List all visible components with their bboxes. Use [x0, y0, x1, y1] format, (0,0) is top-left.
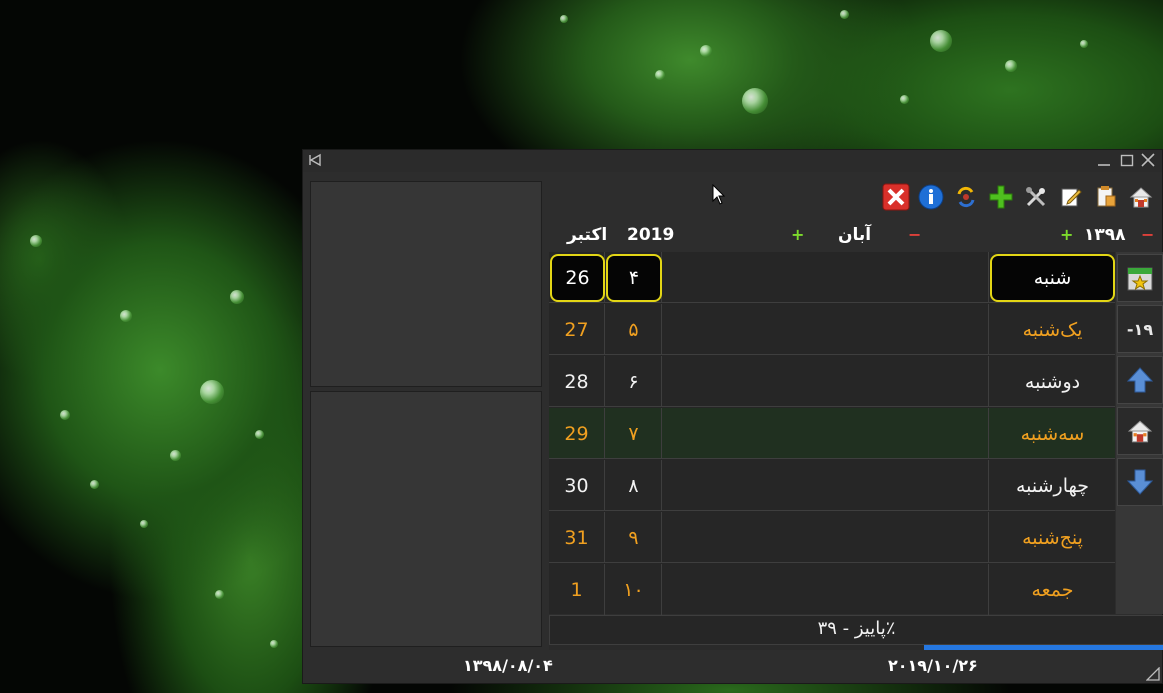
clipboard-edit-icon[interactable] — [1090, 181, 1121, 212]
day-name: چهارشنبه — [1015, 474, 1090, 497]
greg-day: 1 — [549, 564, 605, 615]
minimize-icon[interactable] — [1096, 152, 1112, 168]
toolbar — [880, 181, 1156, 212]
day-name: جمعه — [1031, 578, 1074, 601]
home-icon[interactable] — [1125, 181, 1156, 212]
greg-day: 28 — [549, 356, 605, 407]
day-note[interactable] — [663, 252, 989, 303]
events-panel[interactable] — [310, 391, 542, 647]
shamsi-day: ۹ — [606, 512, 662, 563]
season-progress-fill — [924, 645, 1163, 650]
today-day-name: شنبه — [990, 254, 1115, 302]
today-button[interactable] — [1117, 254, 1163, 302]
week-table: 26 ۴ شنبه 27 ۵ یک‌شنبه 28 ۶ دوشنبه 29 ۷ … — [549, 252, 1115, 615]
shamsi-year: ۱۳۹۸ — [1084, 225, 1126, 245]
notes-panel[interactable] — [310, 181, 542, 387]
shamsi-day: ۶ — [606, 356, 662, 407]
close-icon[interactable] — [1140, 152, 1156, 168]
day-name: دوشنبه — [1024, 370, 1081, 393]
today-greg-day: 26 — [550, 254, 605, 302]
shamsi-day: ۷ — [606, 408, 662, 459]
greg-month: اکتبر — [567, 225, 608, 245]
shamsi-day: ۱۰ — [606, 564, 662, 615]
status-shamsi-date: ۱۳۹۸/۰۸/۰۴ — [463, 656, 553, 675]
season-progress — [549, 645, 1163, 650]
swap-icon[interactable] — [950, 181, 981, 212]
calendar-star-icon — [1127, 267, 1153, 291]
greg-day: 29 — [549, 408, 605, 459]
resize-grip-icon[interactable] — [1146, 667, 1160, 681]
status-gregorian-date: ۲۰۱۹/۱۰/۲۶ — [888, 656, 978, 675]
day-row[interactable]: 27 ۵ یک‌شنبه — [549, 304, 1115, 355]
today-shamsi-day: ۴ — [606, 254, 662, 302]
day-name: سه‌شنبه — [1020, 422, 1085, 445]
week-offset-button[interactable]: -۱۹ — [1117, 305, 1163, 353]
mouse-cursor-icon — [712, 184, 726, 205]
title-bar — [303, 150, 1162, 172]
home-icon — [1127, 420, 1153, 443]
go-home-button[interactable] — [1117, 407, 1163, 455]
day-row[interactable]: 28 ۶ دوشنبه — [549, 356, 1115, 407]
next-month-button[interactable]: + — [791, 223, 804, 247]
greg-year: 2019 — [627, 225, 675, 245]
next-week-button[interactable] — [1117, 458, 1163, 506]
next-year-button[interactable]: + — [1060, 223, 1073, 247]
day-row-selected[interactable]: 29 ۷ سه‌شنبه — [549, 408, 1115, 459]
day-note[interactable] — [663, 564, 989, 615]
prev-month-button[interactable]: − — [908, 223, 921, 247]
season-label: پاییز - ۳۹٪ — [549, 615, 1163, 645]
greg-day: 27 — [549, 304, 605, 355]
shamsi-day: ۸ — [606, 460, 662, 511]
day-name: پنج‌شنبه — [1022, 526, 1083, 549]
day-row[interactable]: 30 ۸ چهارشنبه — [549, 460, 1115, 511]
day-note[interactable] — [663, 512, 989, 563]
notes-icon[interactable] — [1055, 181, 1086, 212]
prev-year-button[interactable]: − — [1141, 223, 1154, 247]
greg-day: 30 — [549, 460, 605, 511]
add-icon[interactable] — [985, 181, 1016, 212]
day-note[interactable] — [663, 304, 989, 355]
day-note[interactable] — [663, 460, 989, 511]
side-nav: -۱۹ — [1116, 252, 1163, 614]
day-row[interactable]: 31 ۹ پنج‌شنبه — [549, 512, 1115, 563]
day-note[interactable] — [663, 408, 989, 459]
greg-day: 31 — [549, 512, 605, 563]
collapse-panel-icon[interactable] — [308, 153, 322, 167]
shamsi-day: ۵ — [606, 304, 662, 355]
info-icon[interactable] — [915, 181, 946, 212]
arrow-up-icon — [1126, 367, 1154, 393]
day-note[interactable] — [663, 356, 989, 407]
calendar-window: − ۱۳۹۸ + − آبان + 2019 اکتبر 26 ۴ شنبه 2… — [302, 149, 1163, 684]
tools-icon[interactable] — [1020, 181, 1051, 212]
day-row[interactable]: 26 ۴ شنبه — [549, 252, 1115, 303]
shamsi-month: آبان — [838, 225, 872, 245]
close-app-icon[interactable] — [880, 181, 911, 212]
day-row[interactable]: 1 ۱۰ جمعه — [549, 564, 1115, 615]
prev-week-button[interactable] — [1117, 356, 1163, 404]
day-name: یک‌شنبه — [1022, 318, 1083, 341]
maximize-icon[interactable] — [1119, 152, 1135, 168]
arrow-down-icon — [1126, 469, 1154, 495]
